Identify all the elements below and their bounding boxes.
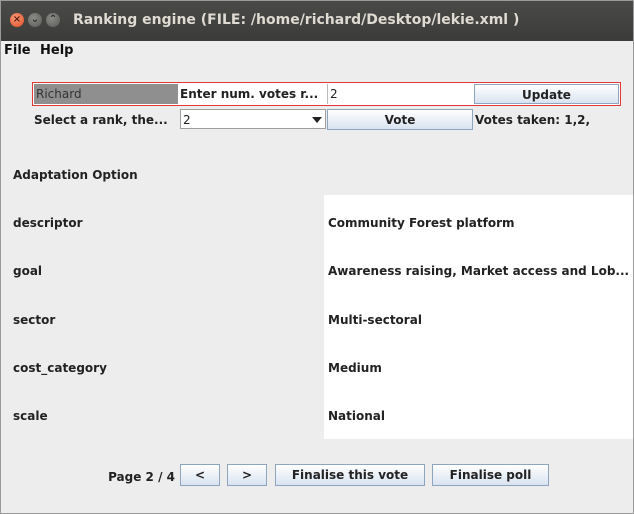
title-bar[interactable]: × ⌄ ⌃ Ranking engine (FILE: /home/richar… xyxy=(1,1,633,41)
attribute-key-sector: sector xyxy=(13,313,56,327)
page-indicator: Page 2 / 4 xyxy=(108,470,175,484)
vote-button[interactable]: Vote xyxy=(327,109,473,130)
update-button[interactable]: Update xyxy=(474,84,619,104)
option-heading: Adaptation Option xyxy=(13,168,138,182)
next-page-button[interactable]: > xyxy=(227,464,267,486)
attribute-key-scale: scale xyxy=(13,409,48,423)
minimize-icon[interactable]: ⌄ xyxy=(28,13,42,27)
attribute-value-sector: Multi-sectoral xyxy=(328,313,422,327)
menu-help[interactable]: Help xyxy=(40,43,73,58)
attribute-value-descriptor: Community Forest platform xyxy=(328,216,515,230)
rank-select-value: 2 xyxy=(183,113,191,127)
attribute-value-scale: National xyxy=(328,409,385,423)
chevron-down-icon[interactable] xyxy=(312,117,322,123)
finalise-poll-button[interactable]: Finalise poll xyxy=(432,464,549,486)
application-window: × ⌄ ⌃ Ranking engine (FILE: /home/richar… xyxy=(0,0,634,514)
menu-file[interactable]: File xyxy=(4,43,31,58)
select-rank-label: Select a rank, the... xyxy=(34,113,168,127)
attribute-key-descriptor: descriptor xyxy=(13,216,83,230)
menu-bar: File Help xyxy=(1,41,633,61)
window-title: Ranking engine (FILE: /home/richard/Desk… xyxy=(73,12,520,28)
finalise-vote-button[interactable]: Finalise this vote xyxy=(275,464,425,486)
maximize-icon[interactable]: ⌃ xyxy=(46,13,60,27)
attribute-key-goal: goal xyxy=(13,264,43,278)
votes-input[interactable]: 2 xyxy=(327,84,473,104)
voter-name-field[interactable]: Richard xyxy=(34,84,178,104)
rank-select[interactable]: 2 xyxy=(180,109,326,129)
previous-page-button[interactable]: < xyxy=(180,464,220,486)
attribute-value-goal: Awareness raising, Market access and Lob… xyxy=(328,264,630,278)
attribute-key-cost-category: cost_category xyxy=(13,361,107,375)
votes-prompt-label: Enter num. votes r... xyxy=(180,87,319,101)
attribute-value-cost-category: Medium xyxy=(328,361,382,375)
votes-taken-label: Votes taken: 1,2, xyxy=(475,113,591,127)
close-icon[interactable]: × xyxy=(10,13,24,27)
